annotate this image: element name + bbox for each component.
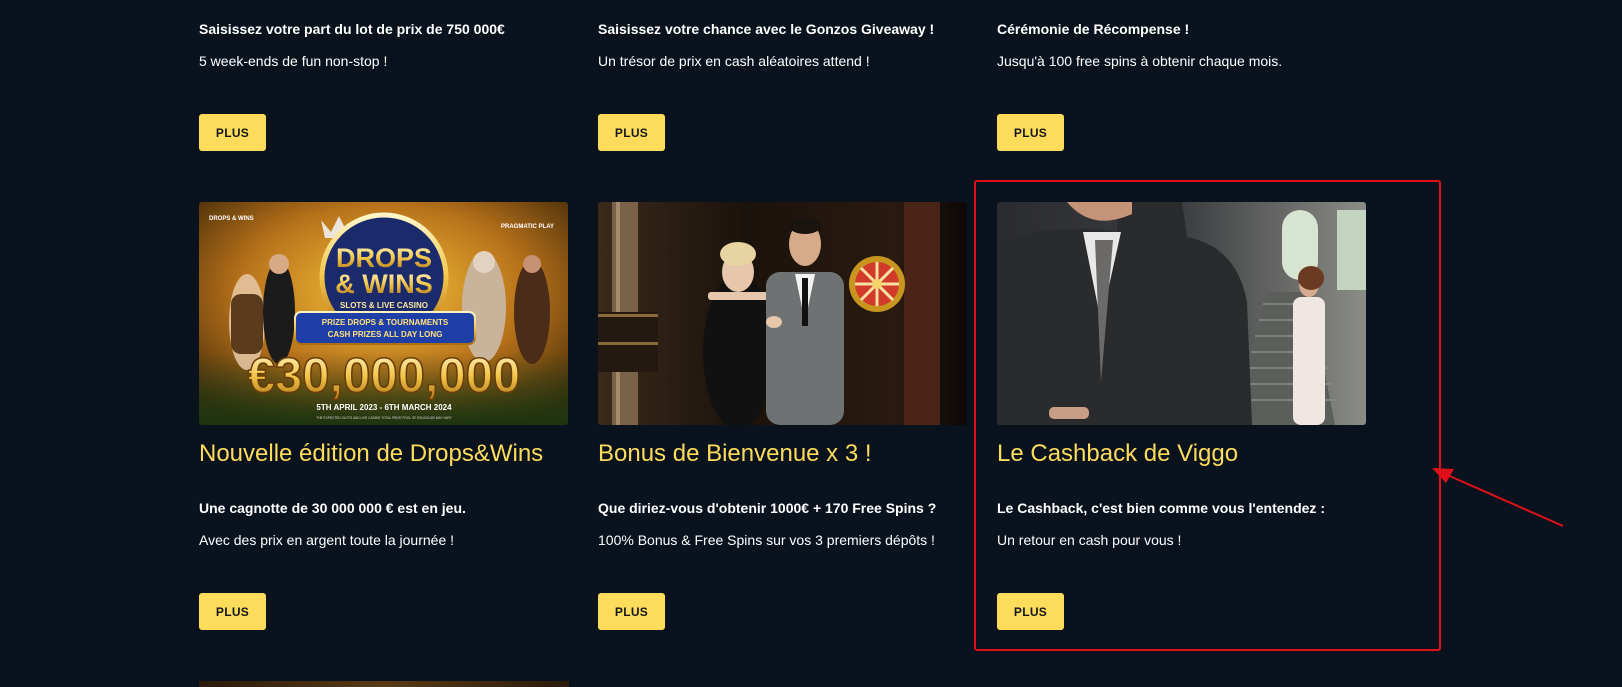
promo-subhead: Que diriez-vous d'obtenir 1000€ + 170 Fr… xyxy=(598,500,937,516)
promo-subhead: Saisissez votre part du lot de prix de 7… xyxy=(199,21,505,37)
drops-wins-dates: 5TH APRIL 2023 - 6TH MARCH 2024 xyxy=(316,403,452,412)
drops-wins-headline-2: & WINS xyxy=(335,269,433,299)
promo-description: Un retour en cash pour vous ! xyxy=(997,532,1182,548)
promo-description: Jusqu'à 100 free spins à obtenir chaque … xyxy=(997,53,1283,69)
drops-wins-fine-print: THE EXPECTED SLOTS AND LIVE CASINO TOTAL… xyxy=(316,416,452,420)
drops-wins-amount: €30,000,000 xyxy=(248,349,521,403)
promo-subhead: Le Cashback, c'est bien comme vous l'ent… xyxy=(997,500,1325,516)
plus-button[interactable]: PLUS xyxy=(997,593,1064,630)
plus-button[interactable]: PLUS xyxy=(997,114,1064,151)
promo-title[interactable]: Le Cashback de Viggo xyxy=(997,440,1238,468)
promo-title[interactable]: Bonus de Bienvenue x 3 ! xyxy=(598,440,872,468)
promo-subhead: Saisissez votre chance avec le Gonzos Gi… xyxy=(598,21,935,37)
next-promo-image-edge xyxy=(199,681,569,687)
promo-subhead: Une cagnotte de 30 000 000 € est en jeu. xyxy=(199,500,466,516)
plus-button[interactable]: PLUS xyxy=(598,593,665,630)
plus-button[interactable]: PLUS xyxy=(199,114,266,151)
arrow-annotation-icon xyxy=(1432,468,1564,527)
pragmatic-play-logo: PRAGMATIC PLAY xyxy=(501,224,554,230)
drops-wins-logo-badge: DROPS & WINS xyxy=(209,216,254,222)
promo-description: Un trésor de prix en cash aléatoires att… xyxy=(598,53,870,69)
promo-subhead: Cérémonie de Récompense ! xyxy=(997,21,1190,37)
drops-wins-tagline: SLOTS & LIVE CASINO xyxy=(340,301,428,310)
welcome-bonus-couple-image[interactable] xyxy=(598,202,967,425)
drops-wins-banner-line-1: PRIZE DROPS & TOURNAMENTS xyxy=(322,318,449,327)
promo-description: 5 week-ends de fun non-stop ! xyxy=(199,53,388,69)
promo-title[interactable]: Nouvelle édition de Drops&Wins xyxy=(199,440,543,468)
promo-description: Avec des prix en argent toute la journée… xyxy=(199,532,455,548)
promo-description: 100% Bonus & Free Spins sur vos 3 premie… xyxy=(598,532,935,548)
drops-wins-banner-image[interactable]: DROPS & WINS SLOTS & LIVE CASINO PRIZE D… xyxy=(199,202,568,425)
plus-button[interactable]: PLUS xyxy=(199,593,266,630)
plus-button[interactable]: PLUS xyxy=(598,114,665,151)
viggo-cashback-image[interactable] xyxy=(997,202,1366,425)
drops-wins-banner-line-2: CASH PRIZES ALL DAY LONG xyxy=(328,330,443,339)
